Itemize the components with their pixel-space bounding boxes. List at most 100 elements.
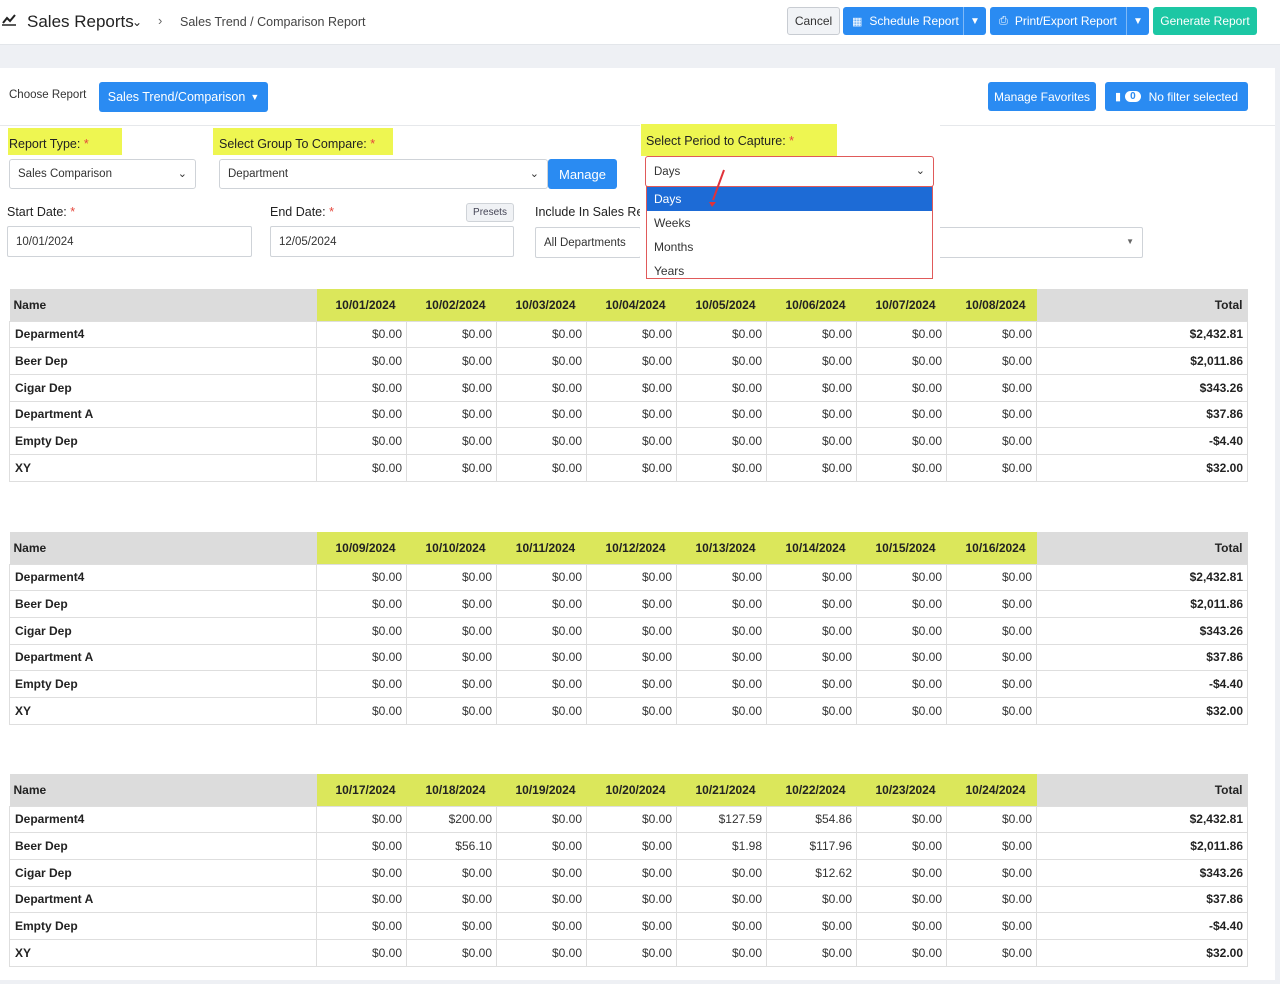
- table-cell: $0.00: [316, 805, 407, 834]
- table-cell: $0.00: [766, 643, 857, 672]
- report-type-label-text: Report Type:: [9, 137, 81, 151]
- page-title[interactable]: Sales Reports: [27, 12, 134, 32]
- table-cell: $0.00: [316, 427, 407, 455]
- table-cell: $0.00: [856, 347, 947, 375]
- print-export-button[interactable]: ⎙ Print/Export Report ▼: [990, 7, 1149, 35]
- column-header-date[interactable]: 10/22/2024: [766, 774, 857, 806]
- table-cell: $0.00: [496, 590, 587, 618]
- table-cell: $0.00: [496, 563, 587, 592]
- column-header-date[interactable]: 10/13/2024: [676, 532, 767, 564]
- table-cell: $0.00: [856, 400, 947, 429]
- table-cell: $0.00: [496, 858, 587, 887]
- column-header-name[interactable]: Name: [9, 289, 317, 321]
- period-option-years[interactable]: Years: [647, 259, 932, 283]
- period-select[interactable]: Days ⌄: [645, 156, 934, 187]
- column-header-date[interactable]: 10/19/2024: [496, 774, 587, 806]
- row-name: Beer Dep: [9, 347, 317, 375]
- column-header-date[interactable]: 10/06/2024: [766, 289, 857, 321]
- table-cell: $0.00: [316, 453, 407, 482]
- table-row: Deparment4 $0.00 $200.00 $0.00 $0.00 $127.59 $…: [9, 805, 1248, 834]
- table-row: Department A $0.00 $0.00 $0.00 $0.00 $0.00 $0.…: [9, 400, 1248, 429]
- generate-report-button[interactable]: Generate Report: [1153, 7, 1257, 35]
- table-cell: $0.00: [586, 805, 677, 834]
- table-cell: $0.00: [766, 400, 857, 429]
- column-header-total[interactable]: Total: [1036, 532, 1248, 564]
- table-cell: $56.10: [406, 832, 497, 860]
- column-header-date[interactable]: 10/21/2024: [676, 774, 767, 806]
- table-row: Deparment4 $0.00 $0.00 $0.00 $0.00 $0.00 $0.00…: [9, 563, 1248, 592]
- start-date-input[interactable]: 10/01/2024: [7, 226, 252, 257]
- column-header-date[interactable]: 10/24/2024: [946, 774, 1037, 806]
- table-cell: $0.00: [946, 616, 1037, 645]
- table-cell: $0.00: [856, 616, 947, 645]
- table-cell: $0.00: [496, 670, 587, 698]
- column-header-name[interactable]: Name: [9, 774, 317, 806]
- manage-favorites-button[interactable]: Manage Favorites: [988, 82, 1096, 111]
- cancel-button[interactable]: Cancel: [787, 7, 840, 35]
- table-cell: $0.00: [766, 590, 857, 618]
- table-cell: $0.00: [316, 938, 407, 967]
- table-cell: $0.00: [946, 347, 1037, 375]
- period-option-months[interactable]: Months: [647, 235, 932, 259]
- column-header-date[interactable]: 10/23/2024: [856, 774, 947, 806]
- column-header-total[interactable]: Total: [1036, 774, 1248, 806]
- column-header-date[interactable]: 10/02/2024: [406, 289, 497, 321]
- column-header-date[interactable]: 10/14/2024: [766, 532, 857, 564]
- chevron-down-icon[interactable]: ▼: [1126, 7, 1149, 35]
- row-name: Deparment4: [9, 320, 317, 349]
- table-cell: $0.00: [946, 858, 1037, 887]
- column-header-date[interactable]: 10/12/2024: [586, 532, 677, 564]
- column-header-date[interactable]: 10/16/2024: [946, 532, 1037, 564]
- chevron-down-icon: ⌄: [177, 168, 187, 180]
- group-select[interactable]: Department ⌄: [219, 159, 548, 189]
- row-total: -$4.40: [1036, 912, 1248, 940]
- include-departments-select[interactable]: All Departments: [535, 227, 641, 258]
- column-header-date[interactable]: 10/07/2024: [856, 289, 947, 321]
- additional-select[interactable]: ▼: [935, 227, 1143, 258]
- table-cell: $0.00: [586, 373, 677, 402]
- table-cell: $0.00: [586, 885, 677, 914]
- chevron-down-icon[interactable]: ▼: [963, 7, 986, 35]
- column-header-date[interactable]: 10/09/2024: [316, 532, 407, 564]
- row-total: -$4.40: [1036, 427, 1248, 455]
- column-header-date[interactable]: 10/18/2024: [406, 774, 497, 806]
- table-cell: $0.00: [586, 427, 677, 455]
- end-date-input[interactable]: 12/05/2024: [270, 226, 514, 257]
- column-header-date[interactable]: 10/20/2024: [586, 774, 677, 806]
- period-option-weeks[interactable]: Weeks: [647, 211, 932, 235]
- table-cell: $127.59: [676, 805, 767, 834]
- presets-button[interactable]: Presets: [466, 203, 514, 222]
- report-table: Name 10/09/2024 10/10/2024 10/11/2024 10/12/…: [9, 532, 1248, 725]
- chevron-down-icon[interactable]: ⌄: [132, 15, 142, 29]
- schedule-report-button[interactable]: ▦ Schedule Report ▼: [843, 7, 986, 35]
- column-header-total[interactable]: Total: [1036, 289, 1248, 321]
- table-cell: $0.00: [946, 643, 1037, 672]
- column-header-date[interactable]: 10/04/2024: [586, 289, 677, 321]
- row-name: Department A: [9, 643, 317, 672]
- table-cell: $0.00: [316, 858, 407, 887]
- column-header-date[interactable]: 10/17/2024: [316, 774, 407, 806]
- top-bar: Sales Reports ⌄ › Sales Trend / Comparis…: [0, 0, 1280, 45]
- table-cell: $0.00: [316, 590, 407, 618]
- column-header-name[interactable]: Name: [9, 532, 317, 564]
- column-header-date[interactable]: 10/15/2024: [856, 532, 947, 564]
- filter-button[interactable]: ▮ 0 No filter selected: [1105, 82, 1248, 111]
- chevron-down-icon: ▼: [250, 92, 260, 102]
- period-option-days[interactable]: Days: [647, 187, 932, 211]
- report-type-select[interactable]: Sales Comparison ⌄: [9, 159, 196, 189]
- table-cell: $0.00: [856, 373, 947, 402]
- table-cell: $0.00: [406, 858, 497, 887]
- manage-button[interactable]: Manage: [548, 159, 617, 189]
- choose-report-dropdown[interactable]: Sales Trend/Comparison ▼: [99, 82, 268, 112]
- column-header-date[interactable]: 10/11/2024: [496, 532, 587, 564]
- column-header-date[interactable]: 10/10/2024: [406, 532, 497, 564]
- column-header-date[interactable]: 10/05/2024: [676, 289, 767, 321]
- column-header-date[interactable]: 10/01/2024: [316, 289, 407, 321]
- table-cell: $0.00: [946, 885, 1037, 914]
- row-total: $37.86: [1036, 885, 1248, 914]
- column-header-date[interactable]: 10/03/2024: [496, 289, 587, 321]
- table-cell: $0.00: [406, 696, 497, 725]
- table-cell: $0.00: [766, 453, 857, 482]
- column-header-date[interactable]: 10/08/2024: [946, 289, 1037, 321]
- chevron-right-icon: ›: [158, 13, 163, 28]
